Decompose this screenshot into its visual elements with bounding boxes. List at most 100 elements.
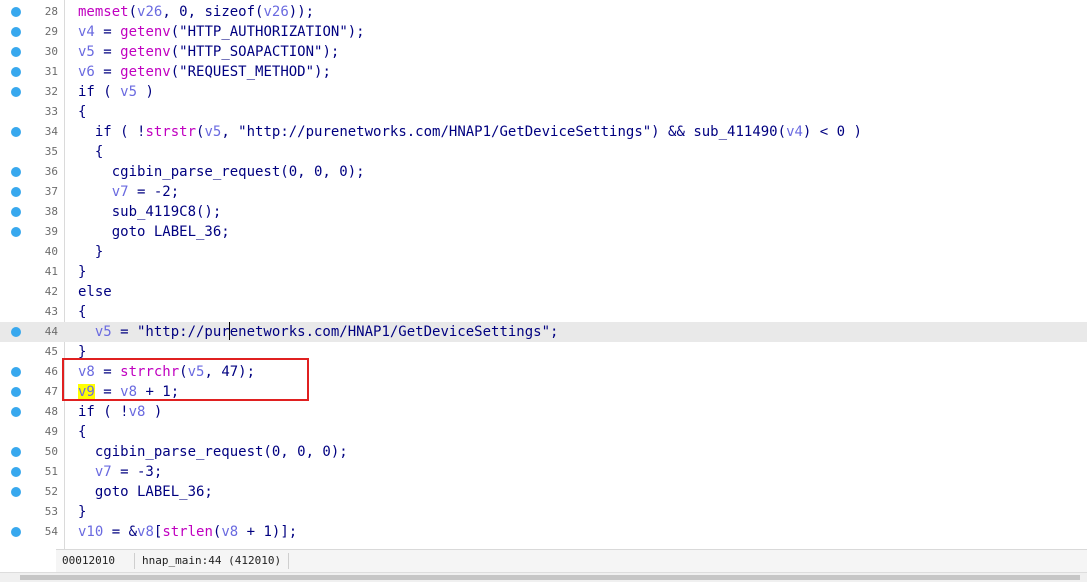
code-token[interactable]: } [78,504,86,520]
code-line[interactable]: 54 v10 = &v8[strlen(v8 + 1)]; [0,522,1087,542]
breakpoint-dot-icon[interactable] [11,387,21,397]
breakpoint-dot-icon[interactable] [11,447,21,457]
code-token[interactable]: , 0, sizeof( [162,4,263,20]
code-line[interactable]: 44 v5 = "http://purenetworks.com/HNAP1/G… [0,322,1087,342]
variable-token[interactable]: v7 [112,184,129,200]
function-token[interactable]: getenv [120,44,171,60]
variable-token[interactable]: v4 [786,124,803,140]
variable-token[interactable]: v7 [95,464,112,480]
code-line[interactable]: 34 if ( !strstr (v5, "http://purenetworks… [0,122,1087,142]
code-token[interactable] [78,184,112,200]
breakpoint-dot-icon[interactable] [11,527,21,537]
function-token[interactable]: strlen [162,524,213,540]
function-token[interactable]: strstr [145,124,196,140]
code-token[interactable]: ); [314,64,331,80]
code-text[interactable]: if ( !strstr (v5, "http://purenetworks.co… [78,122,862,142]
scrollbar-thumb[interactable] [20,575,1080,580]
code-text[interactable]: v5 = "http://purenetworks.com/HNAP1/GetD… [78,322,559,342]
breakpoint-dot-icon[interactable] [11,207,21,217]
code-line[interactable]: 49 { [0,422,1087,442]
code-line[interactable]: 48 if ( !v8 ) [0,402,1087,422]
variable-token[interactable]: v8 [221,524,238,540]
function-token[interactable]: memset [78,4,129,20]
code-text[interactable]: sub_4119C8(); [78,202,222,222]
code-line[interactable]: 29 v4 = getenv("HTTP_AUTHORIZATION"); [0,22,1087,42]
breakpoint-dot-icon[interactable] [11,7,21,17]
code-text[interactable]: v4 = getenv("HTTP_AUTHORIZATION"); [78,22,365,42]
code-line[interactable]: 39 goto LABEL_36; [0,222,1087,242]
code-text[interactable]: v5 = getenv("HTTP_SOAPACTION"); [78,42,339,62]
code-token[interactable] [78,464,95,480]
code-line[interactable]: 32 if ( v5 ) [0,82,1087,102]
code-line[interactable]: 31 v6 = getenv("REQUEST_METHOD"); [0,62,1087,82]
breakpoint-dot-icon[interactable] [11,327,21,337]
breakpoint-dot-icon[interactable] [11,227,21,237]
code-line[interactable]: 52 goto LABEL_36; [0,482,1087,502]
code-token[interactable]: "HTTP_AUTHORIZATION" [179,24,348,40]
variable-token[interactable]: v8 [129,404,146,420]
code-text[interactable]: if ( !v8 ) [78,402,162,422]
code-text[interactable]: { [78,102,86,122]
code-token[interactable] [78,324,95,340]
code-token[interactable]: ); [322,44,339,60]
function-token[interactable]: getenv [120,64,171,80]
breakpoint-dot-icon[interactable] [11,167,21,177]
code-token[interactable]: , "http://purenetworks.com/HNAP1/GetDevi… [221,124,693,140]
code-text[interactable]: } [78,262,86,282]
code-token[interactable]: "HTTP_SOAPACTION" [179,44,322,60]
code-line[interactable]: 42 else [0,282,1087,302]
code-token[interactable]: ) [137,84,153,100]
code-line[interactable]: 40 } [0,242,1087,262]
code-line[interactable]: 43 { [0,302,1087,322]
code-token[interactable]: if ( ! [78,404,129,420]
code-text[interactable]: v10 = &v8[strlen(v8 + 1)]; [78,522,297,542]
code-token[interactable]: ) [145,404,162,420]
variable-token[interactable]: v26 [137,4,162,20]
code-line[interactable]: 38 sub_4119C8(); [0,202,1087,222]
code-token[interactable]: = "http://purenetworks.com/HNAP1/GetDevi… [112,324,558,340]
code-line[interactable]: 41} [0,262,1087,282]
function-token[interactable]: getenv [120,24,171,40]
code-token[interactable]: = [95,24,120,40]
code-token[interactable]: = -2; [129,184,179,200]
code-token[interactable]: = [95,64,120,80]
code-token[interactable]: else [78,284,112,300]
code-text[interactable]: goto LABEL_36; [78,482,213,502]
code-text[interactable]: memset(v26, 0, sizeof(v26)); [78,2,314,22]
code-line[interactable]: 53} [0,502,1087,522]
code-token[interactable]: ( [778,124,786,140]
variable-token[interactable]: v5 [78,44,95,60]
code-line[interactable]: 30 v5 = getenv("HTTP_SOAPACTION"); [0,42,1087,62]
breakpoint-dot-icon[interactable] [11,187,21,197]
breakpoint-dot-icon[interactable] [11,407,21,417]
variable-token[interactable]: v10 [78,524,103,540]
code-token[interactable]: { [78,104,86,120]
code-line[interactable]: 37 v7 = -2; [0,182,1087,202]
code-token[interactable]: ) < 0 ) [803,124,862,140]
breakpoint-dot-icon[interactable] [11,67,21,77]
code-line[interactable]: 50 cgibin_parse_request(0, 0, 0); [0,442,1087,462]
pseudocode-view[interactable]: 28 memset(v26, 0, sizeof(v26)); 29 v4 = get… [0,0,1087,549]
code-token[interactable]: sub_4119C8(); [78,204,222,220]
code-line[interactable]: 51 v7 = -3; [0,462,1087,482]
code-text[interactable]: } [78,502,86,522]
code-text[interactable]: { [78,302,86,322]
code-token[interactable]: ( [171,64,179,80]
code-token[interactable]: )); [289,4,314,20]
code-token[interactable]: if ( ! [78,124,146,140]
code-text[interactable]: goto LABEL_36; [78,222,230,242]
code-token[interactable]: goto LABEL_36; [78,224,230,240]
breakpoint-dot-icon[interactable] [11,367,21,377]
code-line[interactable]: 33 { [0,102,1087,122]
code-text[interactable]: if ( v5 ) [78,82,154,102]
code-token[interactable]: = & [103,524,137,540]
code-token[interactable]: cgibin_parse_request(0, 0, 0); [78,164,365,180]
code-token[interactable]: { [78,144,103,160]
code-token[interactable]: if ( [78,84,120,100]
code-text[interactable]: v7 = -2; [78,182,179,202]
code-text[interactable]: cgibin_parse_request(0, 0, 0); [78,162,365,182]
code-token[interactable]: ); [348,24,365,40]
breakpoint-dot-icon[interactable] [11,87,21,97]
code-token[interactable]: = [95,44,120,60]
code-text[interactable]: } [78,242,103,262]
